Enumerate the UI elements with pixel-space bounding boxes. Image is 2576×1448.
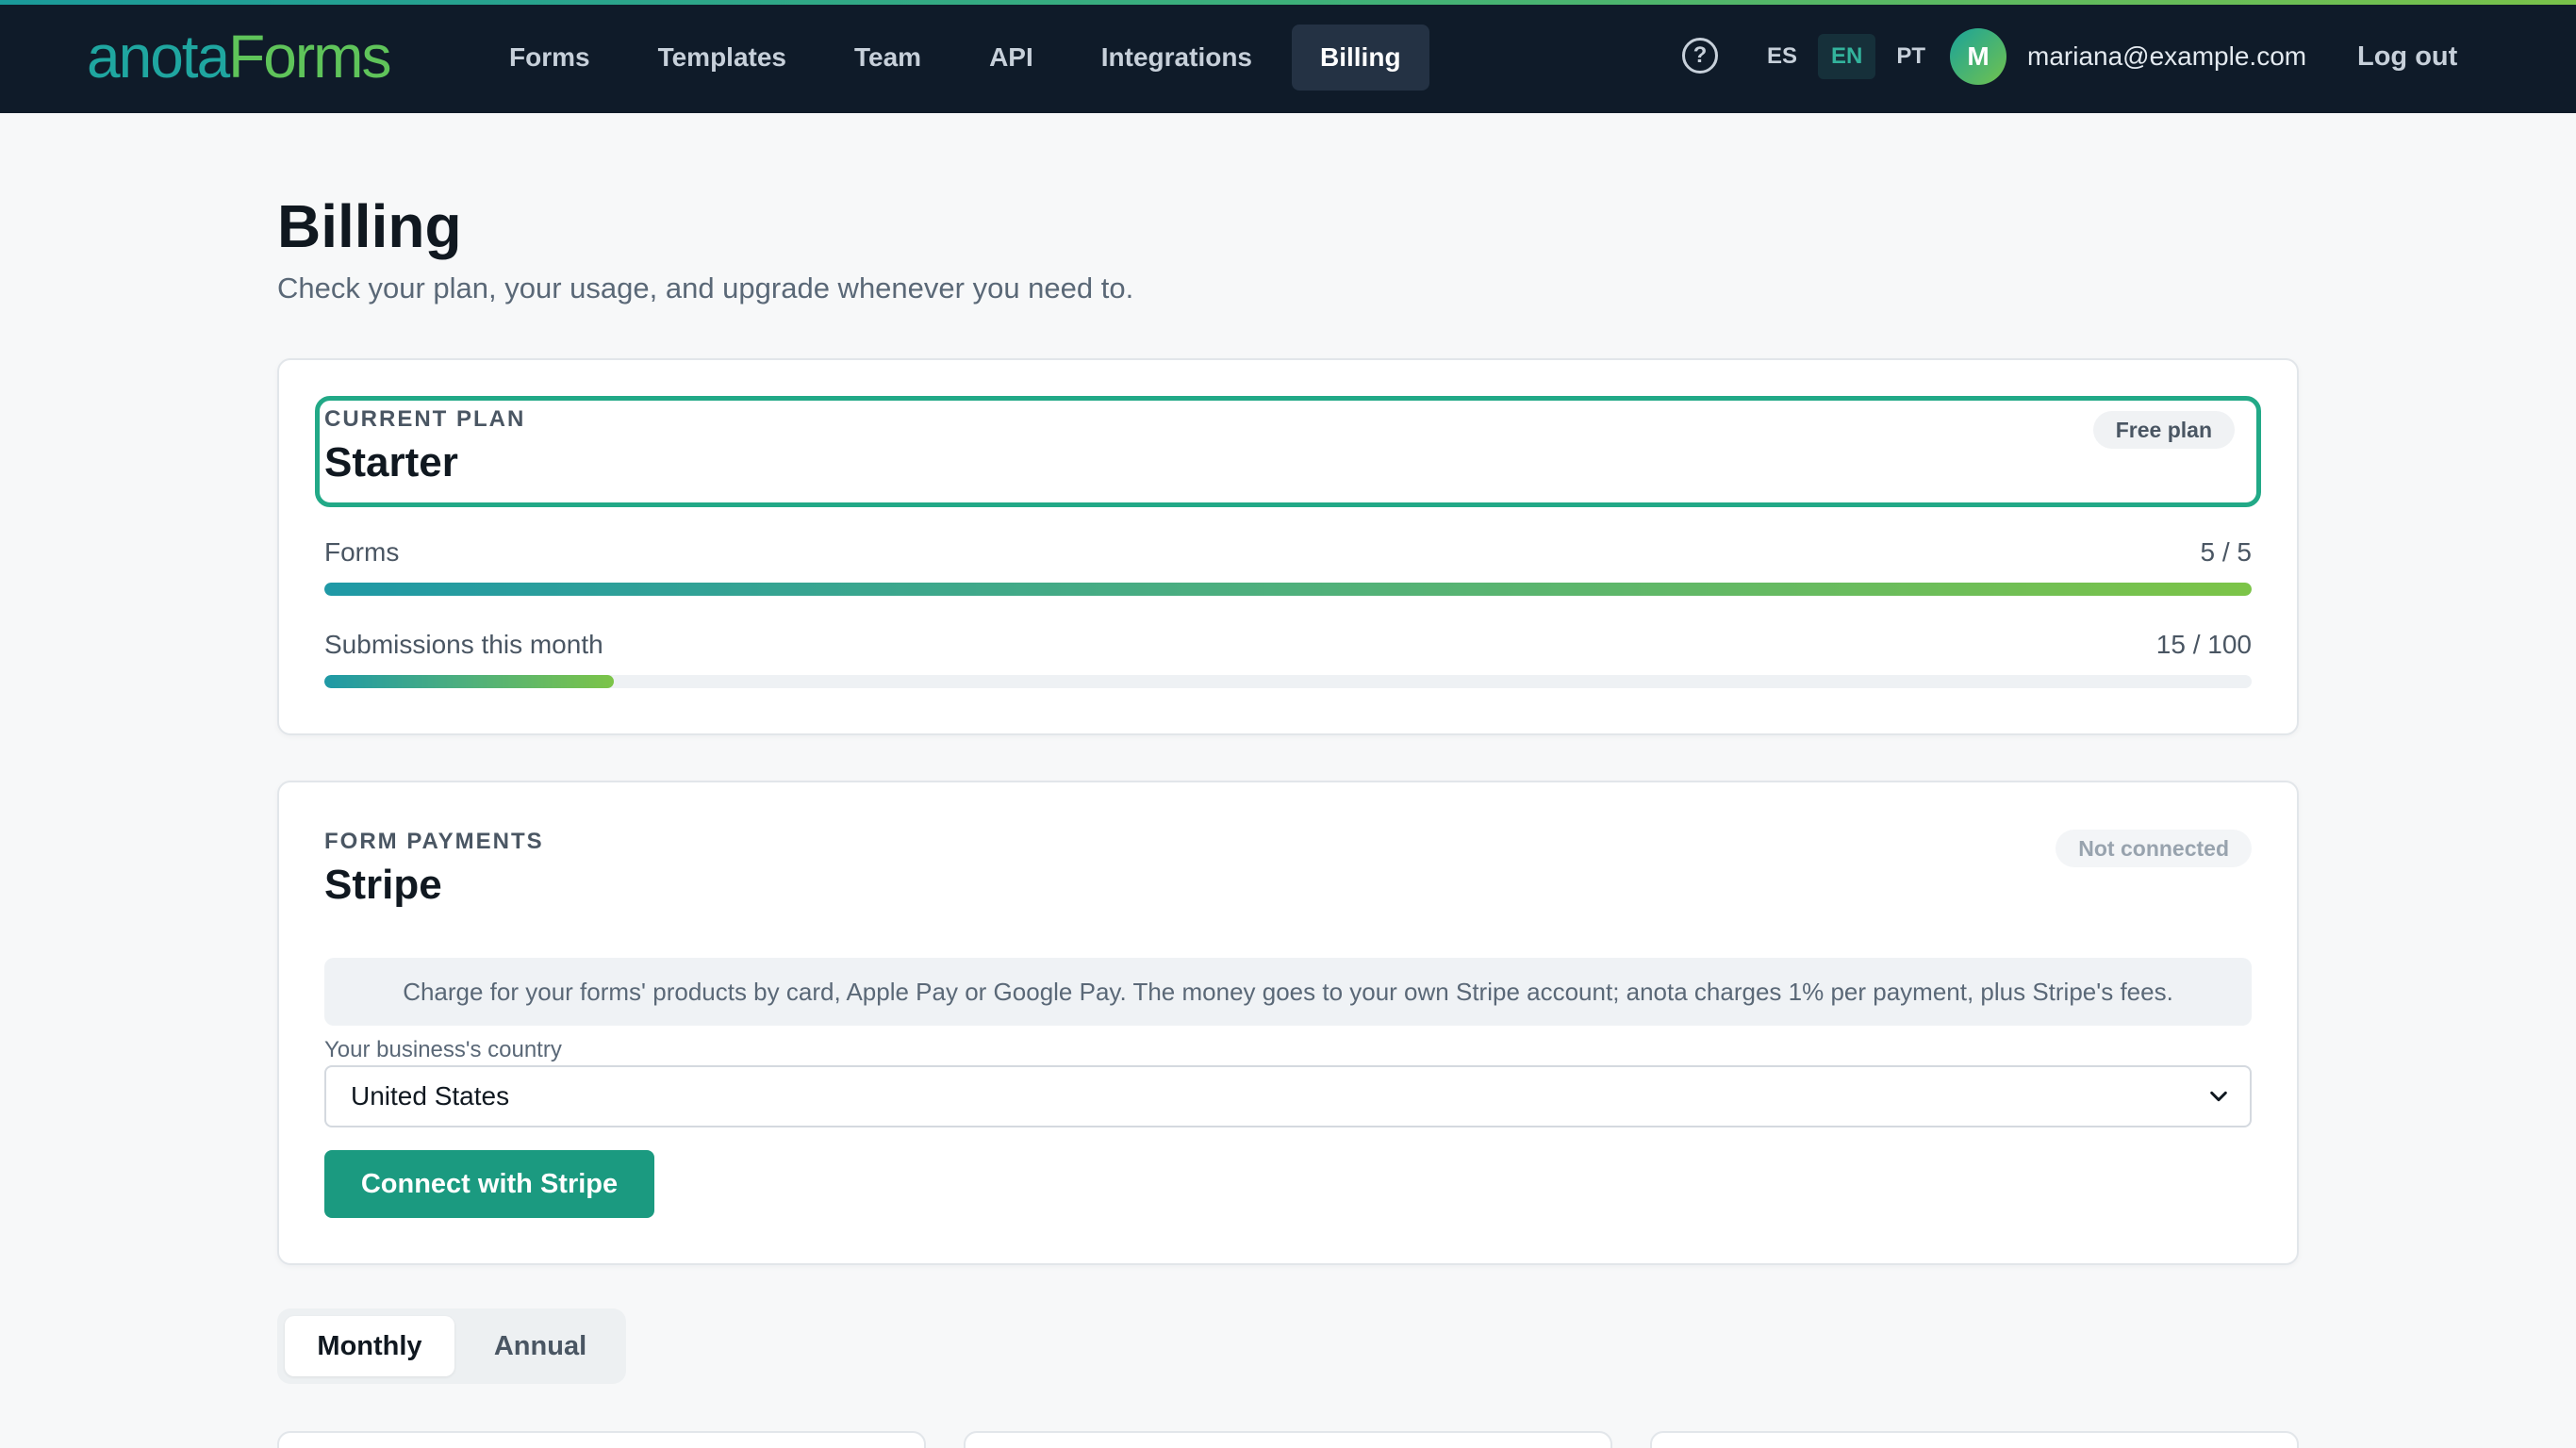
- connect-stripe-button[interactable]: Connect with Stripe: [324, 1150, 654, 1218]
- toggle-annual[interactable]: Annual: [462, 1316, 619, 1376]
- language-switcher: ES EN PT: [1754, 34, 1939, 79]
- usage-bar-forms: [324, 583, 2252, 596]
- nav-item-api[interactable]: API: [961, 25, 1062, 90]
- pricing-card: [1650, 1431, 2299, 1448]
- billing-period-toggle: Monthly Annual: [277, 1308, 626, 1384]
- nav-item-forms[interactable]: Forms: [481, 25, 619, 90]
- form-payments-card: FORM PAYMENTS Stripe Not connected Charg…: [277, 781, 2299, 1265]
- accent-line: [0, 0, 2576, 5]
- top-navbar: anotaForms Forms Templates Team API Inte…: [0, 0, 2576, 113]
- nav-item-billing[interactable]: Billing: [1292, 25, 1429, 90]
- pricing-card: [964, 1431, 1612, 1448]
- usage-bar-submissions: [324, 675, 2252, 688]
- brand-logo[interactable]: anotaForms: [87, 23, 391, 90]
- nav-item-integrations[interactable]: Integrations: [1073, 25, 1280, 90]
- avatar[interactable]: M: [1950, 28, 2006, 85]
- nav-item-team[interactable]: Team: [826, 25, 949, 90]
- brand-name-part1: anota: [87, 23, 230, 90]
- user-email[interactable]: mariana@example.com: [2027, 38, 2306, 75]
- page-title: Billing: [277, 192, 462, 260]
- plan-name: Starter: [324, 439, 458, 485]
- payments-eyebrow: FORM PAYMENTS: [324, 829, 544, 854]
- nav-item-templates[interactable]: Templates: [630, 25, 815, 90]
- logout-button[interactable]: Log out: [2357, 34, 2457, 79]
- payments-info: Charge for your forms' products by card,…: [324, 958, 2252, 1026]
- lang-pt[interactable]: PT: [1883, 34, 1939, 79]
- current-plan-card: CURRENT PLAN Starter Free plan Forms 5 /…: [277, 358, 2299, 735]
- toggle-monthly[interactable]: Monthly: [285, 1316, 454, 1376]
- page-subtitle: Check your plan, your usage, and upgrade…: [277, 272, 1134, 304]
- usage-bar-fill-forms: [324, 583, 2252, 596]
- country-select-value: United States: [351, 1081, 510, 1111]
- payments-title: Stripe: [324, 862, 442, 908]
- main-nav: Forms Templates Team API Integrations Bi…: [481, 25, 1429, 90]
- pricing-card: [277, 1431, 926, 1448]
- chevron-down-icon: [2210, 1091, 2227, 1102]
- plan-eyebrow: CURRENT PLAN: [324, 406, 526, 432]
- usage-value-forms: 5 / 5: [2200, 537, 2252, 567]
- usage-label-submissions: Submissions this month: [324, 630, 603, 659]
- plan-highlight-frame: [315, 396, 2261, 507]
- lang-es[interactable]: ES: [1754, 34, 1810, 79]
- usage-value-submissions: 15 / 100: [2155, 630, 2252, 659]
- country-label: Your business's country: [324, 1037, 562, 1062]
- lang-en[interactable]: EN: [1818, 34, 1876, 79]
- stripe-status-badge: Not connected: [2056, 830, 2252, 867]
- question-circle-icon[interactable]: ?: [1682, 38, 1718, 74]
- usage-bar-fill-submissions: [324, 675, 614, 688]
- brand-name-part2: Forms: [228, 23, 391, 90]
- country-select[interactable]: United States: [324, 1065, 2252, 1127]
- plan-badge: Free plan: [2092, 411, 2235, 449]
- usage-label-forms: Forms: [324, 537, 400, 567]
